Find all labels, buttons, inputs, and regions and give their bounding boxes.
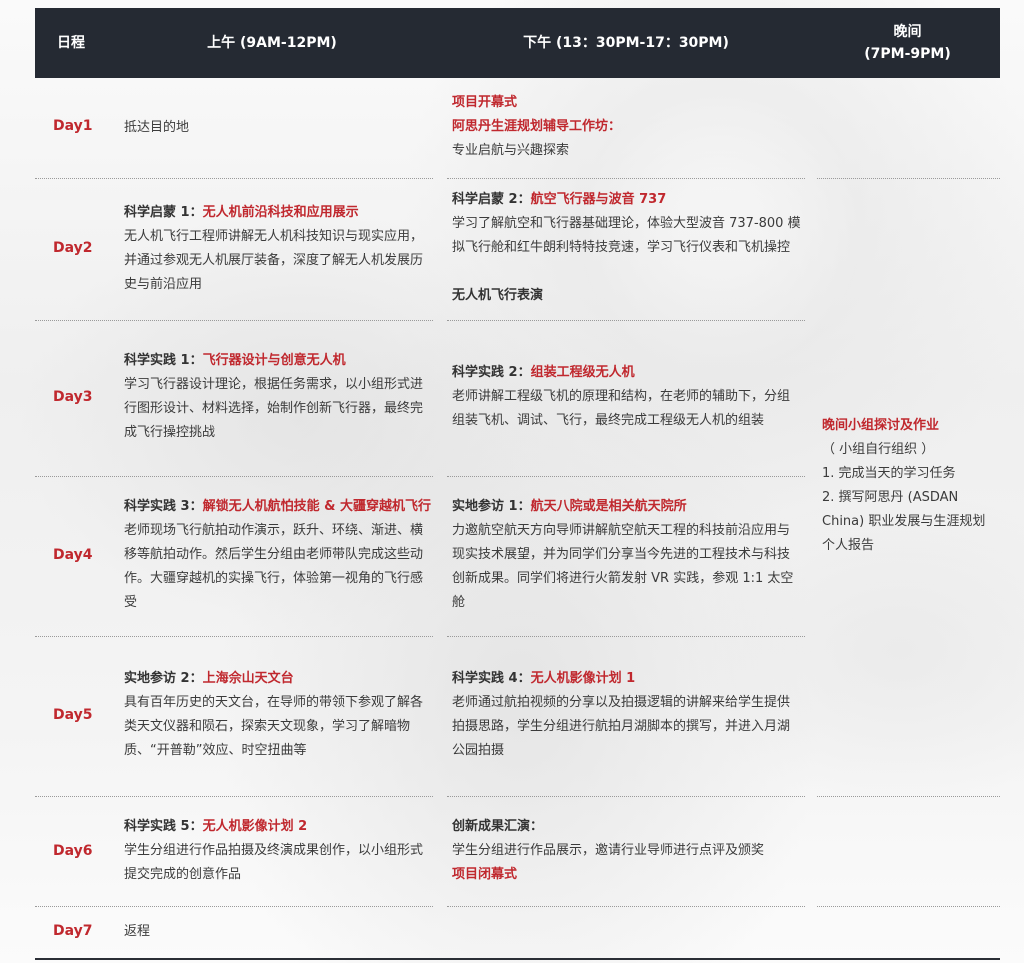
day1-afternoon-text: 专业启航与兴趣探索 (452, 143, 570, 158)
day2-afternoon-extra: 无人机飞行表演 (452, 288, 544, 303)
day3-afternoon: 科学实践 2：组装工程级无人机 老师讲解工程级飞机的原理和结构，在老师的辅助下，… (452, 361, 802, 433)
row-divider (447, 796, 805, 797)
day6-afternoon-closing: 项目闭幕式 (452, 867, 518, 882)
day-label: Day1 (53, 118, 93, 134)
day5-morning: 实地参访 2：上海佘山天文台 具有百年历史的天文台，在导师的带领下参观了解各类天… (124, 667, 432, 763)
day4-morning-title: 解锁无人机航怕技能 & 大疆穿越机飞行 (202, 499, 431, 514)
row-divider (447, 906, 805, 907)
day5-afternoon-prefix: 科学实践 4： (452, 671, 531, 686)
day5-morning-title: 上海佘山天文台 (202, 671, 294, 686)
day3-morning: 科学实践 1：飞行器设计与创意无人机 学习飞行器设计理论，根据任务需求，以小组形… (124, 349, 430, 445)
day4-afternoon-title: 航天八院或是相关航天院所 (530, 499, 687, 514)
day2-afternoon-title: 航空飞行器与波音 737 (530, 192, 667, 207)
day-label: Day3 (53, 389, 93, 405)
evening-item-2: 2. 撰写阿思丹 (ASDAN China) 职业发展与生涯规划个人报告 (822, 490, 986, 553)
row-divider (447, 320, 805, 321)
row-divider (447, 476, 805, 477)
day3-morning-prefix: 科学实践 1： (124, 353, 203, 368)
day6-morning-title: 无人机影像计划 2 (202, 819, 308, 834)
header-morning: 上午 (9AM-12PM) (207, 35, 337, 51)
day-label: Day2 (53, 240, 93, 256)
day7-morning: 返程 (124, 920, 424, 944)
day6-morning-text: 学生分组进行作品拍摄及终演成果创作，以小组形式提交完成的创意作品 (124, 843, 424, 882)
row-divider (35, 320, 433, 321)
day1-afternoon: 项目开幕式 阿思丹生涯规划辅导工作坊： 专业启航与兴趣探索 (452, 91, 802, 163)
evening-sub: （ 小组自行组织 ） (822, 442, 935, 457)
day2-morning-prefix: 科学启蒙 1： (124, 205, 203, 220)
header-evening-line1: 晚间 (893, 24, 922, 40)
row-divider (35, 796, 433, 797)
day2-morning-text: 无人机飞行工程师讲解无人机科技知识与现实应用，并通过参观无人机展厅装备，深度了解… (124, 229, 424, 292)
day3-afternoon-text: 老师讲解工程级飞机的原理和结构，在老师的辅助下，分组组装飞机、调试、飞行，最终完… (452, 389, 791, 428)
header-evening-line2: (7PM-9PM) (864, 46, 951, 62)
evening-cell: 晚间小组探讨及作业 （ 小组自行组织 ） 1. 完成当天的学习任务 2. 撰写阿… (822, 414, 994, 558)
day5-afternoon-text: 老师通过航拍视频的分享以及拍摄逻辑的讲解来给学生提供拍摄思路，学生分组进行航拍月… (452, 695, 791, 758)
header-evening: 晚间 (7PM-9PM) (815, 8, 1000, 78)
day6-afternoon-text: 学生分组进行作品展示，邀请行业导师进行点评及颁奖 (452, 843, 765, 858)
evening-title: 晚间小组探讨及作业 (822, 418, 940, 433)
day3-morning-text: 学习飞行器设计理论，根据任务需求，以小组形式进行图形设计、材料选择，始制作创新飞… (124, 377, 424, 440)
day4-morning-prefix: 科学实践 3： (124, 499, 203, 514)
row-divider (817, 796, 1000, 797)
schedule-table: Day1 抵达目的地 项目开幕式 阿思丹生涯规划辅导工作坊： 专业启航与兴趣探索… (0, 0, 1024, 963)
day3-afternoon-title: 组装工程级无人机 (530, 365, 635, 380)
table-header: 日程 上午 (9AM-12PM) 下午 (13：30PM-17：30PM) 晚间… (35, 8, 1000, 78)
row-divider (447, 178, 805, 179)
row-divider (817, 178, 1000, 179)
day3-morning-title: 飞行器设计与创意无人机 (202, 353, 346, 368)
day2-afternoon-prefix: 科学启蒙 2： (452, 192, 531, 207)
day-label: Day6 (53, 843, 93, 859)
header-afternoon: 下午 (13：30PM-17：30PM) (523, 35, 729, 51)
day2-afternoon-text: 学习了解航空和飞行器基础理论，体验大型波音 737-800 模拟飞行舱和红牛朗利… (452, 216, 801, 255)
day-label: Day5 (53, 707, 93, 723)
day6-afternoon: 创新成果汇演： 学生分组进行作品展示，邀请行业导师进行点评及颁奖 项目闭幕式 (452, 815, 802, 887)
day5-morning-text: 具有百年历史的天文台，在导师的带领下参观了解各类天文仪器和陨石，探索天文现象，学… (124, 695, 424, 758)
day3-afternoon-prefix: 科学实践 2： (452, 365, 531, 380)
day2-morning: 科学启蒙 1：无人机前沿科技和应用展示 无人机飞行工程师讲解无人机科技知识与现实… (124, 201, 430, 297)
day-label: Day7 (53, 923, 93, 939)
day5-afternoon-title: 无人机影像计划 1 (530, 671, 636, 686)
day6-afternoon-prefix: 创新成果汇演： (452, 819, 544, 834)
row-divider (447, 636, 805, 637)
row-divider (35, 178, 433, 179)
row-divider (35, 906, 433, 907)
row-divider (817, 906, 1000, 907)
day4-morning-text: 老师现场飞行航拍动作演示，跃升、环绕、渐进、横移等航拍动作。然后学生分组由老师带… (124, 523, 424, 610)
day1-morning: 抵达目的地 (124, 116, 424, 140)
day6-morning: 科学实践 5：无人机影像计划 2 学生分组进行作品拍摄及终演成果创作，以小组形式… (124, 815, 432, 887)
day4-afternoon: 实地参访 1：航天八院或是相关航天院所 力邀航空航天方向导师讲解航空航天工程的科… (452, 495, 802, 615)
day6-morning-prefix: 科学实践 5： (124, 819, 203, 834)
evening-item-1: 1. 完成当天的学习任务 (822, 466, 956, 481)
day-label: Day4 (53, 547, 93, 563)
day4-morning: 科学实践 3：解锁无人机航怕技能 & 大疆穿越机飞行 老师现场飞行航拍动作演示，… (124, 495, 432, 615)
day4-afternoon-text: 力邀航空航天方向导师讲解航空航天工程的科技前沿应用与现实技术展望，并为同学们分享… (452, 523, 794, 610)
row-divider (35, 476, 433, 477)
day2-afternoon: 科学启蒙 2：航空飞行器与波音 737 学习了解航空和飞行器基础理论，体验大型波… (452, 188, 802, 308)
day1-morning-text: 抵达目的地 (124, 120, 190, 135)
row-divider (35, 636, 433, 637)
header-date: 日程 (57, 35, 85, 51)
day1-afternoon-title-2: 阿思丹生涯规划辅导工作坊： (452, 119, 622, 134)
day1-afternoon-title-1: 项目开幕式 (452, 95, 518, 110)
day5-afternoon: 科学实践 4：无人机影像计划 1 老师通过航拍视频的分享以及拍摄逻辑的讲解来给学… (452, 667, 802, 763)
table-bottom-border (35, 958, 1000, 960)
day7-morning-text: 返程 (124, 924, 151, 939)
day2-morning-title: 无人机前沿科技和应用展示 (202, 205, 359, 220)
day4-afternoon-prefix: 实地参访 1： (452, 499, 531, 514)
day5-morning-prefix: 实地参访 2： (124, 671, 203, 686)
